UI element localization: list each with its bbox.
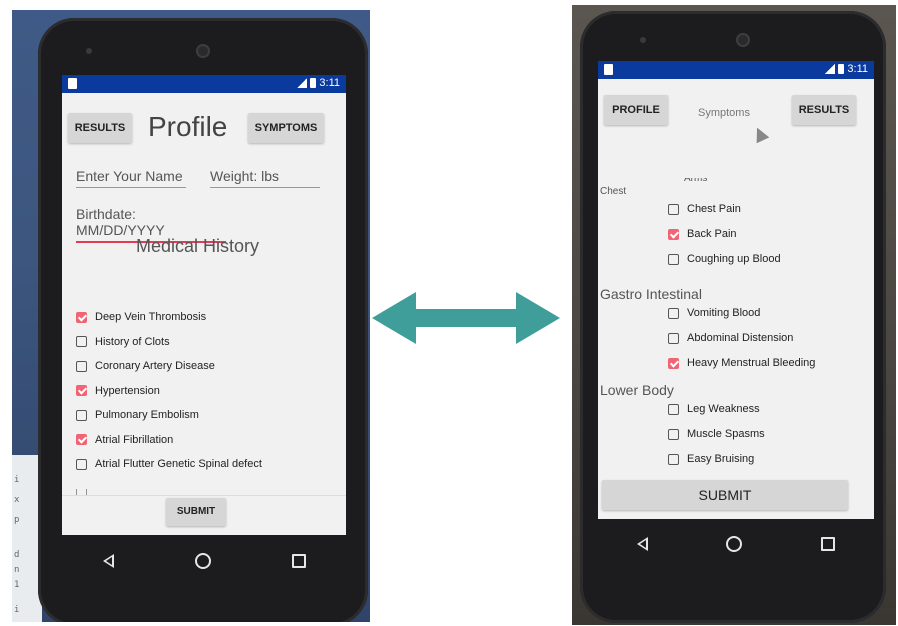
checkbox-item[interactable]: Heavy Menstrual Bleeding [668, 357, 815, 369]
checkbox-checked-icon[interactable] [76, 385, 87, 396]
profile-screen: 3:11 RESULTS Profile SYMPTOMS Enter Your… [62, 75, 346, 535]
checkbox-checked-icon[interactable] [668, 228, 679, 240]
checkbox-unchecked-icon[interactable] [76, 458, 87, 470]
page-title: Symptoms [698, 107, 750, 119]
checkbox-item[interactable]: Leg Weakness [668, 403, 760, 415]
section-heading: Gastro Intestinal [600, 286, 702, 302]
page-title: Profile [148, 111, 228, 142]
checkbox-label: Leg Weakness [687, 403, 760, 415]
divider [62, 495, 346, 496]
phone-left: 3:11 RESULTS Profile SYMPTOMS Enter Your… [38, 18, 368, 622]
partial-list-item: Arms [684, 178, 708, 184]
checkbox-item[interactable]: Coronary Artery Disease [76, 360, 215, 372]
battery-icon [310, 78, 317, 88]
checkbox-unchecked-icon[interactable] [668, 307, 679, 319]
nav-bar [62, 540, 346, 582]
speaker-icon [640, 37, 646, 43]
checkbox-item[interactable]: Vomiting Blood [668, 307, 760, 319]
checkbox-label: Heavy Menstrual Bleeding [687, 357, 816, 369]
checkbox-label: Easy Bruising [687, 453, 755, 465]
checkbox-unchecked-icon[interactable] [668, 453, 679, 465]
results-button[interactable]: RESULTS [792, 95, 856, 125]
symptoms-screen: 3:11 PROFILE Symptoms RESULTS Arms Chest… [598, 61, 874, 519]
camera-icon [196, 44, 210, 58]
medical-history-heading: Medical History [136, 236, 260, 256]
submit-button[interactable]: SUBMIT [166, 498, 226, 526]
submit-button[interactable]: SUBMIT [602, 480, 848, 510]
checkbox-unchecked-icon[interactable] [668, 332, 679, 344]
checkbox-checked-icon[interactable] [76, 311, 87, 323]
section-heading: Lower Body [600, 382, 674, 398]
checkbox-label: Back Pain [687, 228, 737, 240]
checkbox-label: Hypertension [95, 384, 160, 397]
status-time: 3:11 [847, 63, 868, 75]
checkbox-unchecked-icon[interactable] [668, 428, 679, 440]
name-field[interactable]: Enter Your Name [76, 168, 186, 188]
checkbox-item[interactable]: Deep Vein Thrombosis [76, 311, 206, 323]
home-icon[interactable] [726, 536, 743, 552]
checkbox-label: Atrial Fibrillation [95, 433, 174, 446]
sd-card-icon [68, 78, 77, 89]
checkbox-label: Atrial Flutter Genetic Spinal defect [95, 458, 262, 470]
mouse-cursor-icon [750, 124, 770, 144]
checkbox-unchecked-icon[interactable] [76, 409, 87, 421]
back-icon[interactable] [637, 537, 649, 551]
checkbox-label: Pulmonary Embolism [95, 409, 199, 421]
right-phone-photo: 3:11 PROFILE Symptoms RESULTS Arms Chest… [572, 5, 896, 625]
recent-apps-icon[interactable] [820, 537, 835, 551]
results-button[interactable]: RESULTS [68, 113, 132, 143]
symptoms-button[interactable]: SYMPTOMS [248, 113, 324, 143]
double-arrow-icon [372, 292, 560, 344]
signal-icon [297, 78, 308, 88]
speaker-icon [86, 48, 92, 54]
checkbox-unchecked-icon[interactable] [76, 360, 87, 372]
nav-bar [598, 523, 874, 565]
recent-apps-icon[interactable] [291, 554, 306, 568]
checkbox-item[interactable]: Abdominal Distension [668, 332, 793, 344]
weight-field[interactable]: Weight: lbs [210, 168, 320, 188]
checkbox-label: Coughing up Blood [687, 253, 781, 265]
checkbox-item[interactable]: Atrial Fibrillation [76, 434, 173, 446]
checkbox-item[interactable]: Easy Bruising [668, 453, 754, 465]
checkbox-label: Coronary Artery Disease [95, 360, 215, 372]
checkbox-checked-icon[interactable] [668, 357, 679, 369]
signal-icon [825, 64, 836, 74]
checkbox-item[interactable]: Hypertension [76, 385, 160, 397]
sd-card-icon [604, 64, 613, 75]
left-phone-photo: i x p d n 1 i 3:11 RESULTS Profile SYMPT… [12, 10, 370, 622]
checkbox-label: Deep Vein Thrombosis [95, 311, 207, 323]
status-time: 3:11 [319, 77, 340, 89]
profile-button[interactable]: PROFILE [604, 95, 668, 125]
status-bar: 3:11 [62, 75, 346, 93]
checkbox-item[interactable]: Coughing up Blood [668, 253, 781, 265]
checkbox-item[interactable]: Back Pain [668, 228, 737, 240]
checkbox-item[interactable]: Chest Pain [668, 203, 741, 215]
checkbox-item[interactable]: Muscle Spasms [668, 428, 765, 440]
checkbox-label: Muscle Spasms [687, 428, 765, 440]
checkbox-checked-icon[interactable] [76, 434, 87, 445]
checkbox-label: Chest Pain [687, 203, 741, 215]
checkbox-label: Abdominal Distension [687, 332, 794, 344]
checkbox-unchecked-icon[interactable] [76, 336, 87, 347]
phone-right: 3:11 PROFILE Symptoms RESULTS Arms Chest… [580, 11, 886, 623]
section-heading: Chest [600, 186, 627, 197]
status-bar: 3:11 [598, 61, 874, 79]
back-icon[interactable] [102, 554, 114, 568]
checkbox-unchecked-icon[interactable] [668, 203, 679, 215]
checkbox-label: Vomiting Blood [687, 307, 761, 319]
checkbox-unchecked-icon[interactable] [668, 253, 679, 265]
checkbox-item[interactable]: Atrial Flutter Genetic Spinal defect [76, 458, 262, 470]
home-icon[interactable] [194, 553, 211, 569]
battery-icon [838, 64, 845, 74]
checkbox-label: History of Clots [95, 335, 170, 348]
checkbox-item[interactable]: History of Clots [76, 336, 170, 348]
checkbox-unchecked-icon[interactable] [668, 403, 679, 415]
camera-icon [736, 33, 750, 47]
checkbox-item[interactable]: Pulmonary Embolism [76, 409, 199, 421]
